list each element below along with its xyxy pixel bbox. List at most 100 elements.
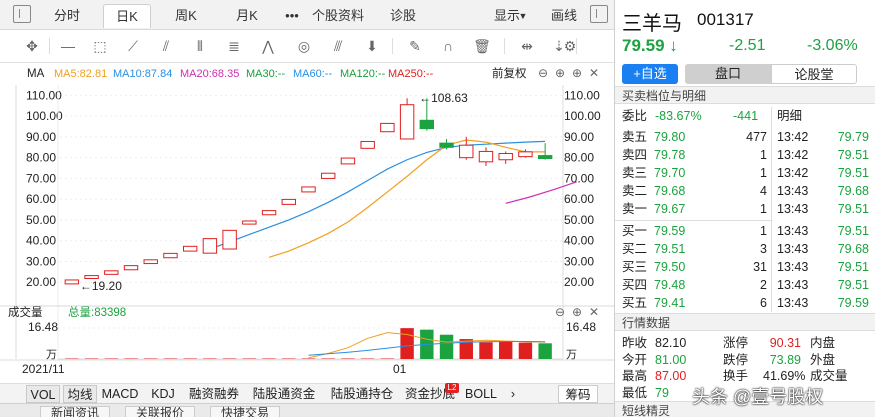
quote-panel: 三羊马 001317 79.59 ↓ -2.51 -3.06% +自选 盘口 论… xyxy=(615,0,875,417)
draw-line-button[interactable]: 画线 xyxy=(546,4,582,28)
tab-pankou[interactable]: 盘口 xyxy=(685,64,771,84)
price-tick-right: 50.00 xyxy=(564,213,594,227)
level-price: 79.67 xyxy=(654,202,686,217)
add-indicator-icon: ⊕ xyxy=(572,66,582,80)
orderbook-header: 买卖档位与明细 xyxy=(615,86,875,104)
tab-vol[interactable]: VOL xyxy=(26,385,60,403)
trade-price: 79.68 xyxy=(837,184,869,199)
rect-icon[interactable]: ⬚ xyxy=(90,37,110,55)
ma-legend-0: MA5:82.81 xyxy=(54,68,107,80)
tab-diagnose[interactable]: 诊股 xyxy=(382,4,424,28)
trade-time: 13:43 xyxy=(777,202,809,217)
price-tick-left: 100.00 xyxy=(26,109,63,123)
period-tabs: 分时 日K 周K 月K ••• 个股资料 诊股 显示 ▼ 画线 xyxy=(0,0,614,30)
tab-monthly-k[interactable]: 月K xyxy=(224,4,270,28)
trade-price: 79.51 xyxy=(837,148,869,163)
ask-row: 卖五 79.80 477 13:42 79.79 xyxy=(615,128,875,146)
price-tick-left: 50.00 xyxy=(26,213,56,227)
trade-time: 13:43 xyxy=(777,223,809,238)
magnet-icon[interactable]: ∩ xyxy=(438,37,458,55)
candle-body xyxy=(163,252,178,259)
ma-legend-5: MA120:-- xyxy=(340,68,386,80)
fibonacci-icon[interactable]: ≣ xyxy=(224,37,244,55)
ma-label: MA xyxy=(27,68,45,80)
line-icon[interactable]: — xyxy=(58,37,78,55)
cycle-icon[interactable]: ◎ xyxy=(294,37,314,55)
indicator-tabs: VOL 均线 MACD KDJ 融资融券 陆股通资金 陆股通持仓 资金抄底 L2… xyxy=(0,383,614,403)
arrow-down-icon[interactable]: ⬇ xyxy=(362,37,382,55)
tab-macd[interactable]: MACD xyxy=(100,385,140,403)
sidebar-right-toggle-icon[interactable] xyxy=(590,5,608,23)
last-price: 79.59 ↓ xyxy=(622,36,678,55)
more-icon[interactable]: ••• xyxy=(278,4,306,28)
channel-icon[interactable]: ⫽ xyxy=(156,37,176,55)
level-volume: 6 xyxy=(760,295,767,310)
tab-related-quote[interactable]: 关联报价 xyxy=(125,406,196,417)
trade-time: 13:42 xyxy=(777,148,809,163)
level-label: 卖一 xyxy=(622,202,648,217)
candle-body xyxy=(301,186,316,193)
trade-time: 13:42 xyxy=(777,130,809,144)
sidebar-toggle-icon[interactable] xyxy=(13,5,31,23)
tab-profile[interactable]: 个股资料 xyxy=(309,4,367,28)
level-volume: 3 xyxy=(760,241,767,256)
volume-total: 总量:83398 xyxy=(68,305,126,319)
chevron-down-icon[interactable]: ▼ xyxy=(518,4,528,28)
zoom-in-icon: ⊕ xyxy=(555,66,565,80)
add-watchlist-button[interactable]: +自选 xyxy=(622,64,678,84)
bid-row: 买五 79.41 6 13:43 79.59 xyxy=(615,294,875,312)
candle-body xyxy=(478,150,494,163)
adjust-select: 前复权 xyxy=(492,66,527,80)
trade-price: 79.51 xyxy=(837,202,869,217)
fan-icon[interactable]: ⟋ xyxy=(123,37,143,55)
chevron-right-icon[interactable]: › xyxy=(508,385,518,403)
tab-hk-hold[interactable]: 陆股通持仓 xyxy=(326,385,398,403)
kline-chart[interactable]: MA MA5:82.81 MA10:87.84 MA20:68.35 MA30:-- MA… xyxy=(0,63,614,383)
tab-ma[interactable]: 均线 xyxy=(63,385,97,403)
kline-chart-area[interactable]: MA MA5:82.81 MA10:87.84 MA20:68.35 MA30:-- MA… xyxy=(0,63,614,383)
price-tick-right: 30.00 xyxy=(564,254,594,268)
split-icon[interactable]: ⇹ xyxy=(517,37,537,55)
price-tick-left: 40.00 xyxy=(26,234,56,248)
candle-body xyxy=(104,270,119,275)
stock-name: 三羊马 xyxy=(622,13,682,35)
price-tick-right: 60.00 xyxy=(564,192,594,206)
candle-body xyxy=(399,104,415,140)
candle-body xyxy=(498,153,513,161)
price-tick-right: 40.00 xyxy=(564,234,594,248)
volume-bar xyxy=(538,343,552,359)
tab-daily-k[interactable]: 日K xyxy=(103,4,151,28)
level-price: 79.80 xyxy=(654,130,686,144)
level-label: 买四 xyxy=(622,277,648,292)
tab-news[interactable]: 新闻资讯 xyxy=(40,406,111,417)
crosshair-icon[interactable]: ✥ xyxy=(22,37,42,55)
price-change-percent: -3.06% xyxy=(807,37,858,54)
price-tick-left: 70.00 xyxy=(26,171,56,185)
ma-legend-6: MA250:-- xyxy=(388,68,434,80)
chips-button[interactable]: 筹码 xyxy=(558,385,598,403)
eraser-icon[interactable]: ✎ xyxy=(405,37,425,55)
gann-icon[interactable]: ⫻ xyxy=(328,37,348,55)
wave-icon[interactable]: ⋀ xyxy=(258,37,278,55)
price-tick-right: 70.00 xyxy=(564,171,594,185)
volume-top-tick-left: 16.48 xyxy=(28,320,58,334)
volume-bar xyxy=(498,341,513,359)
price-tick-left: 90.00 xyxy=(26,130,56,144)
tab-quick-trade[interactable]: 快捷交易 xyxy=(210,406,281,417)
price-tick-left: 60.00 xyxy=(26,192,56,206)
tab-margin[interactable]: 融资融券 xyxy=(186,385,242,403)
trade-price: 79.51 xyxy=(837,166,869,181)
volume-bar xyxy=(439,334,454,359)
tab-kdj[interactable]: KDJ xyxy=(146,385,180,403)
tab-boll[interactable]: BOLL xyxy=(463,385,499,403)
period-lines-icon[interactable]: ⦀ xyxy=(190,37,210,55)
trash-icon[interactable]: 🗑 xyxy=(472,37,492,55)
settings-gear-icon[interactable]: ⚙ xyxy=(560,37,580,55)
price-tick-right: 90.00 xyxy=(564,130,594,144)
tab-intraday[interactable]: 分时 xyxy=(44,4,90,28)
tab-hk-fund[interactable]: 陆股通资金 xyxy=(248,385,320,403)
volume-label: 成交量 xyxy=(8,305,43,319)
tab-forum[interactable]: 论股堂 xyxy=(771,64,857,84)
tab-weekly-k[interactable]: 周K xyxy=(163,4,209,28)
ask-row: 卖三 79.70 1 13:42 79.51 xyxy=(615,164,875,182)
